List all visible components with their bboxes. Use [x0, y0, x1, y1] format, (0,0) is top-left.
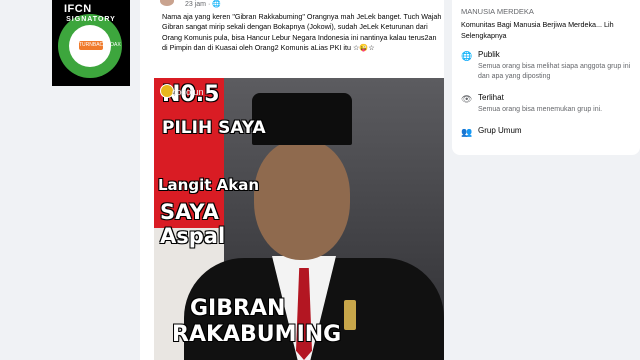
post-photo[interactable]: N0.5 cocotun PILIH SAYA Langit Akan SAYA…	[154, 78, 444, 360]
group-type-heading: Grup Umum	[478, 126, 522, 135]
post-text: Nama aja yang keren "Gibran Rakkabuming"…	[162, 12, 442, 53]
name-line1: GIBRAN	[190, 296, 286, 321]
peci-cap	[252, 93, 352, 145]
group-description: Komunitas Bagi Manusia Berjiwa Merdeka..…	[461, 20, 614, 40]
caption-line1: PILIH SAYA	[162, 118, 266, 138]
face	[254, 140, 350, 260]
visibility-heading: Terlihat	[478, 93, 504, 102]
globe-icon: 🌐	[461, 51, 473, 61]
group-icon: 👥	[461, 127, 473, 137]
signatory-label: SIGNATORY	[66, 16, 116, 23]
privacy-heading: Publik	[478, 50, 500, 59]
caption-line2: Langit Akan	[158, 176, 260, 194]
caption-line4: Aspal	[160, 224, 226, 248]
globe-icon: 🌐	[212, 1, 221, 8]
see-more-link[interactable]: Selengkapnya	[461, 31, 507, 40]
avatar[interactable]	[160, 0, 174, 6]
name-line2: RAKABUMING	[172, 322, 342, 347]
group-about-card: MANUSIA MERDEKA Komunitas Bagi Manusia B…	[452, 0, 640, 155]
privacy-detail: Semua orang bisa melihat siapa anggota g…	[478, 63, 631, 80]
member-logo: TURNBACKHOAX	[79, 41, 121, 50]
lapel-pin	[344, 300, 356, 330]
visibility-detail: Semua orang bisa menemukan grup ini.	[478, 106, 603, 113]
group-name[interactable]: MANUSIA MERDEKA	[461, 7, 534, 16]
ifcn-signatory-badge: IFCN SIGNATORY TURNBACKHOAX	[52, 0, 130, 86]
group-post: 23 jam · 🌐 Nama aja yang keren "Gibran R…	[140, 0, 444, 360]
watermark: cocotun	[172, 87, 204, 97]
eye-icon: 👁	[461, 94, 473, 104]
caption-line3: SAYA	[160, 200, 219, 224]
post-timestamp[interactable]: 23 jam · 🌐	[185, 0, 221, 8]
